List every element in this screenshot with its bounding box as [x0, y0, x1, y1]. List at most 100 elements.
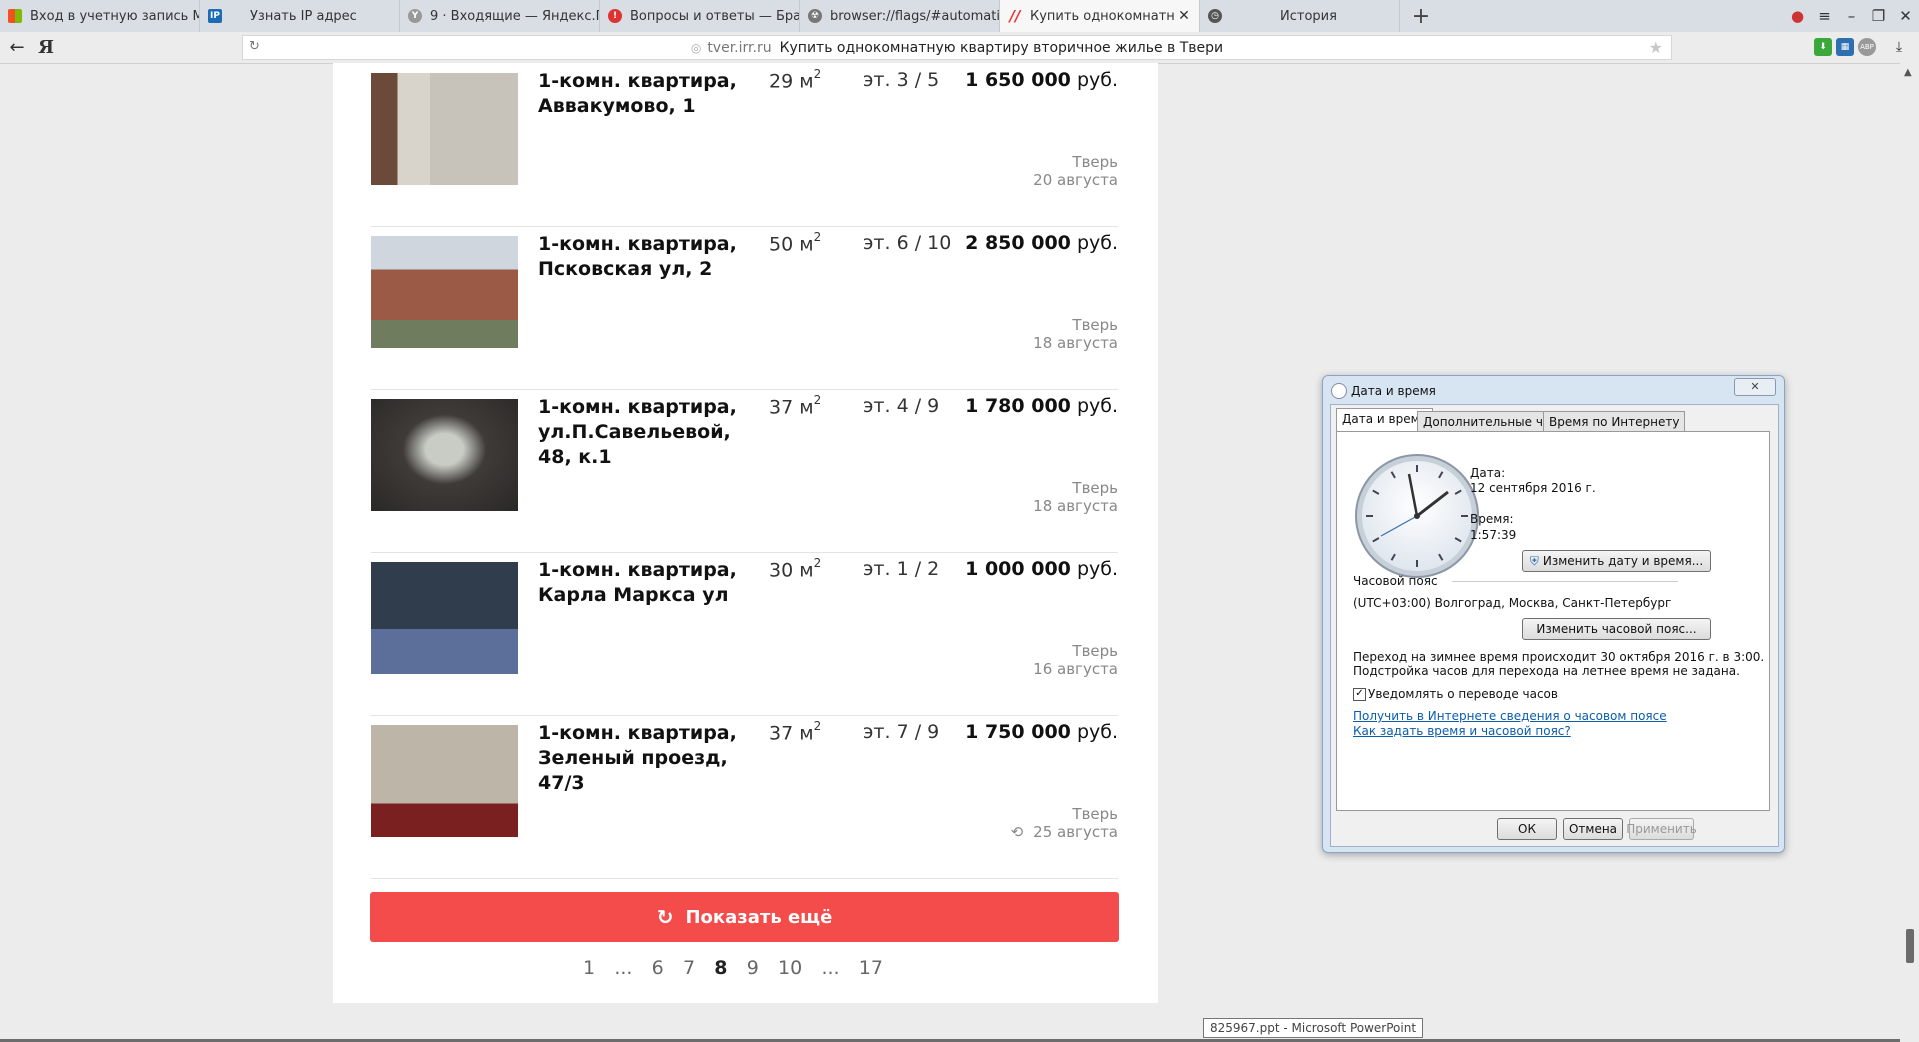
apply-button: Применить: [1626, 818, 1697, 840]
notify-label: Уведомлять о переводе часов: [1368, 687, 1558, 701]
price-value: 1 650 000: [965, 69, 1071, 91]
history-icon: ◷: [1208, 9, 1222, 23]
show-more-button[interactable]: ↻ Показать ещё: [370, 892, 1119, 942]
ip-icon: IP: [208, 9, 222, 23]
listing-floor: эт. 3 / 5: [863, 69, 940, 91]
download-extension-icon[interactable]: ⬇: [1814, 38, 1832, 56]
listing-city: Тверь: [1072, 805, 1118, 823]
menu-icon[interactable]: ≡: [1811, 7, 1838, 25]
date-value: 25 августа: [1033, 823, 1118, 841]
area-value: 37 м: [769, 722, 814, 745]
change-timezone-button[interactable]: Изменить часовой пояс...: [1522, 618, 1711, 640]
url-field[interactable]: ↻ ◎ tver.irr.ru Купить однокомнатную кварт…: [242, 35, 1672, 60]
close-tab-icon[interactable]: ✕: [1175, 8, 1193, 24]
listing-photo[interactable]: [371, 399, 518, 511]
timezone-label: Часовой пояс: [1353, 574, 1438, 588]
listing-area: 50 м2: [769, 230, 822, 255]
new-tab-icon[interactable]: +: [1406, 0, 1436, 32]
listing-title[interactable]: 1-комн. квартира, Аввакумово, 1: [538, 69, 763, 119]
tab-label: Купить однокомнатную к: [1030, 8, 1175, 24]
browser-tab-bar: Вход в учетную запись Ма IP Узнать IP ад…: [0, 0, 1919, 33]
page-link[interactable]: 10: [778, 957, 802, 979]
listing-title[interactable]: 1-комн. квартира, Зеленый проезд, 47/3: [538, 721, 763, 796]
listing-photo[interactable]: [371, 725, 518, 837]
refresh-icon: ↻: [656, 905, 674, 929]
listing-card[interactable]: 1-комн. квартира, Аввакумово, 1 29 м2 эт…: [371, 63, 1118, 227]
downloads-icon[interactable]: ⤓: [1890, 38, 1908, 56]
listing-card[interactable]: 1-комн. квартира, ул.П.Савельевой, 48, к…: [371, 389, 1118, 553]
listing-photo[interactable]: [371, 73, 518, 185]
listing-date: ⟲ 25 августа: [1011, 823, 1118, 841]
updated-icon: ⟲: [1010, 823, 1024, 841]
area-value: 37 м: [769, 396, 814, 419]
page-link[interactable]: 1: [583, 957, 595, 979]
listing-area: 37 м2: [769, 393, 822, 419]
page-link[interactable]: 6: [652, 957, 664, 979]
back-arrow-icon[interactable]: ←: [4, 32, 30, 63]
page-link[interactable]: 17: [859, 957, 883, 979]
area-unit-sup: 2: [813, 230, 822, 244]
bookmark-star-icon[interactable]: ★: [1649, 38, 1663, 57]
clock-small-icon: [1331, 383, 1347, 399]
restore-icon[interactable]: ❐: [1865, 7, 1892, 25]
tab-yandex-help[interactable]: ! Вопросы и ответы — Брау: [600, 0, 800, 32]
adblock-icon[interactable]: ABP: [1858, 38, 1876, 56]
timezone-info-link[interactable]: Получить в Интернете сведения о часовом …: [1353, 709, 1667, 723]
page-ellipsis: ...: [614, 957, 633, 979]
area-unit-sup: 2: [813, 719, 822, 733]
page-link[interactable]: 7: [683, 957, 695, 979]
scroll-thumb[interactable]: [1906, 929, 1914, 963]
cancel-button[interactable]: Отмена: [1563, 818, 1623, 840]
listing-photo[interactable]: [371, 236, 518, 348]
listing-price: 1 000 000 руб.: [965, 558, 1118, 580]
time-label: Время:: [1470, 512, 1514, 526]
area-unit-sup: 2: [813, 393, 822, 407]
tab-ip-address[interactable]: IP Узнать IP адрес: [200, 0, 400, 32]
listing-title[interactable]: 1-комн. квартира, Псковская ул, 2: [538, 232, 763, 282]
price-currency: руб.: [1076, 558, 1118, 580]
url-text: ◎ tver.irr.ru Купить однокомнатную квартир…: [243, 40, 1671, 56]
date-value: 12 сентября 2016 г.: [1470, 481, 1596, 495]
dialog-close-button[interactable]: ✕: [1734, 378, 1776, 396]
listing-price: 1 780 000 руб.: [965, 395, 1118, 417]
notify-checkbox[interactable]: ✓: [1353, 688, 1366, 701]
tab-browser-flags[interactable]: ☢ browser://flags/#automatic: [800, 0, 1000, 32]
page-scrollbar[interactable]: ▲: [1900, 63, 1919, 1039]
page-ellipsis: ...: [821, 957, 840, 979]
page-current: 8: [714, 957, 728, 979]
listing-photo[interactable]: [371, 562, 518, 674]
tab-label: История: [1280, 8, 1337, 24]
listing-area: 30 м2: [769, 556, 822, 581]
taskbar-tooltip: 825967.ppt - Microsoft PowerPoint: [1203, 1018, 1424, 1038]
area-unit-sup: 2: [813, 556, 822, 570]
time-value: 1:57:39: [1470, 528, 1517, 542]
price-value: 2 850 000: [965, 232, 1071, 254]
yandex-extension-icon[interactable]: ●: [1784, 7, 1811, 25]
uac-shield-icon: ⛨: [1529, 553, 1539, 568]
tab-yandex-mail[interactable]: Y 9 · Входящие — Яндекс.По: [400, 0, 600, 32]
yandex-logo-icon[interactable]: Я: [36, 32, 56, 63]
flags-icon: ☢: [808, 9, 822, 23]
tab-microsoft-login[interactable]: Вход в учетную запись Ма: [0, 0, 200, 32]
change-datetime-label: Изменить дату и время...: [1542, 554, 1704, 568]
tab-internet-time[interactable]: Время по Интернету: [1543, 411, 1686, 431]
listing-title[interactable]: 1-комн. квартира, ул.П.Савельевой, 48, к…: [538, 395, 763, 470]
price-value: 1 000 000: [965, 558, 1071, 580]
listing-card[interactable]: 1-комн. квартира, Карла Маркса ул 30 м2 …: [371, 552, 1118, 716]
extension-icon[interactable]: ▦: [1836, 38, 1854, 56]
listing-card[interactable]: 1-комн. квартира, Псковская ул, 2 50 м 2 …: [371, 226, 1118, 390]
change-datetime-button[interactable]: ⛨ Изменить дату и время...: [1522, 550, 1711, 572]
close-window-icon[interactable]: ✕: [1892, 7, 1919, 25]
tab-irr-active[interactable]: // Купить однокомнатную к ✕: [1000, 0, 1200, 32]
area-value: 29 м: [769, 70, 814, 93]
listing-date: 18 августа: [1033, 334, 1118, 352]
listing-city: Тверь: [1072, 316, 1118, 334]
scroll-up-icon[interactable]: ▲: [1904, 67, 1912, 78]
page-link[interactable]: 9: [747, 957, 759, 979]
ok-button[interactable]: ОК: [1497, 818, 1557, 840]
listing-title[interactable]: 1-комн. квартира, Карла Маркса ул: [538, 558, 763, 608]
minimize-icon[interactable]: –: [1838, 7, 1865, 25]
listing-card[interactable]: 1-комн. квартира, Зеленый проезд, 47/3 3…: [371, 715, 1118, 879]
tab-history[interactable]: ◷ История: [1200, 0, 1400, 32]
timezone-help-link[interactable]: Как задать время и часовой пояс?: [1353, 724, 1571, 738]
